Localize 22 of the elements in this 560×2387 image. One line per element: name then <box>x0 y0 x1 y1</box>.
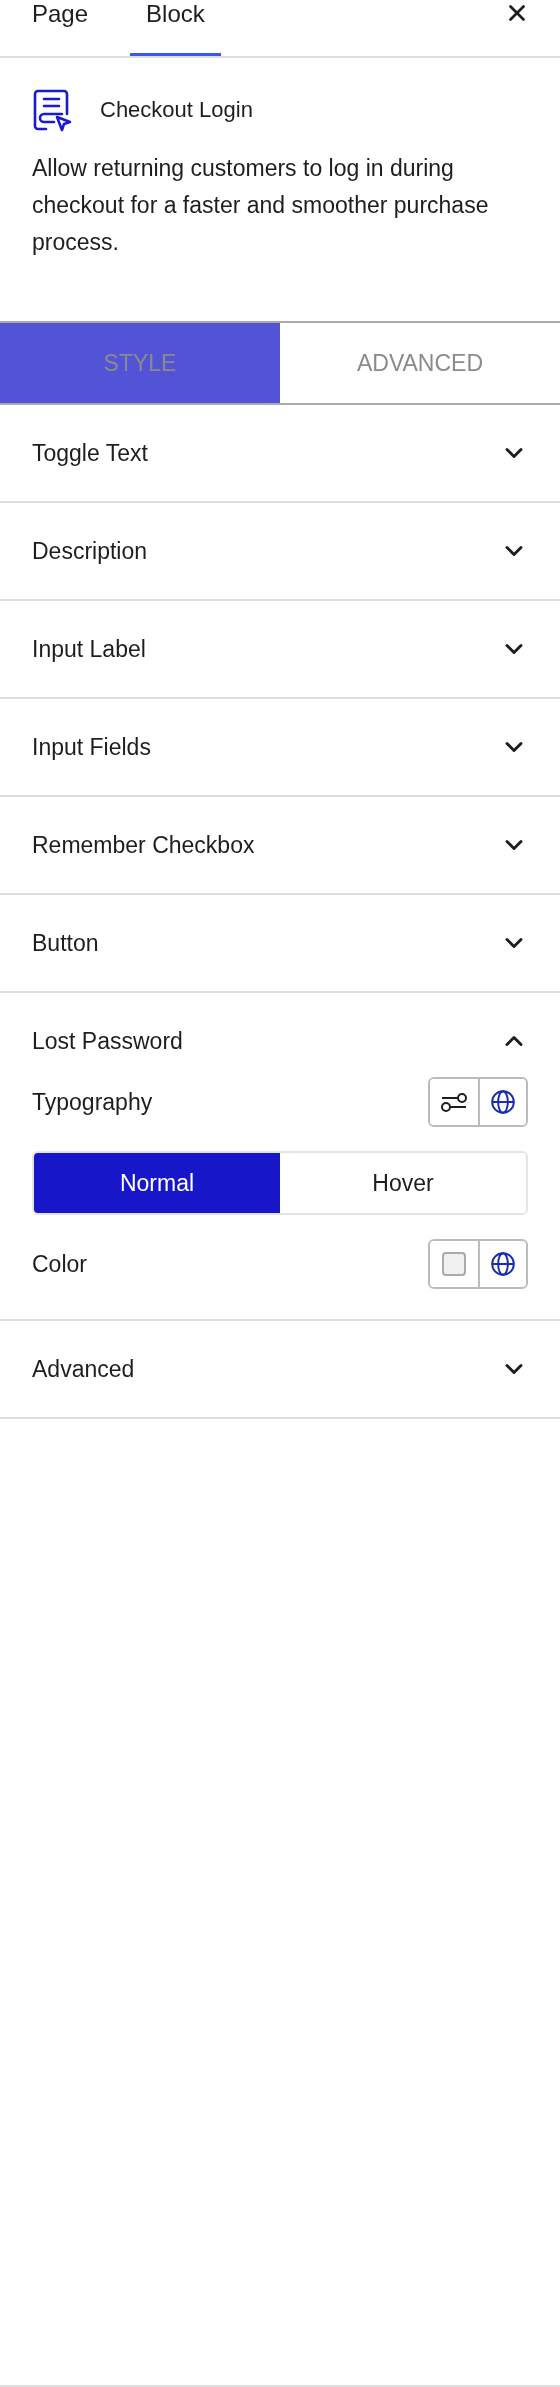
color-swatch-icon <box>442 1252 466 1276</box>
panel-tab[interactable]: Block <box>130 0 221 56</box>
panel-tab[interactable]: Page <box>16 0 105 56</box>
global-button[interactable] <box>478 1241 526 1287</box>
globe-icon <box>490 1089 516 1115</box>
section-header[interactable]: Advanced <box>0 1321 560 1417</box>
block-description: Allow returning customers to log in during checkout for a faster and smoother purchase process. <box>32 154 490 257</box>
globe-icon <box>490 1251 516 1277</box>
section-header[interactable]: Remember Checkbox <box>0 797 560 893</box>
control-label: Typography <box>32 1088 153 1116</box>
state-tab[interactable]: Normal <box>34 1153 280 1213</box>
sliders-icon <box>440 1090 468 1114</box>
section-header[interactable]: Lost Password <box>0 993 560 1089</box>
block-title: Checkout Login <box>100 97 253 123</box>
section-header[interactable]: Toggle Text <box>0 405 560 501</box>
global-button[interactable] <box>478 1079 526 1125</box>
form-cursor-icon <box>32 88 72 132</box>
section-header[interactable]: Input Label <box>0 601 560 697</box>
section-header[interactable]: Button <box>0 895 560 991</box>
section-header[interactable]: Description <box>0 503 560 599</box>
section-header[interactable]: Input Fields <box>0 699 560 795</box>
control-label: Color <box>32 1250 87 1278</box>
